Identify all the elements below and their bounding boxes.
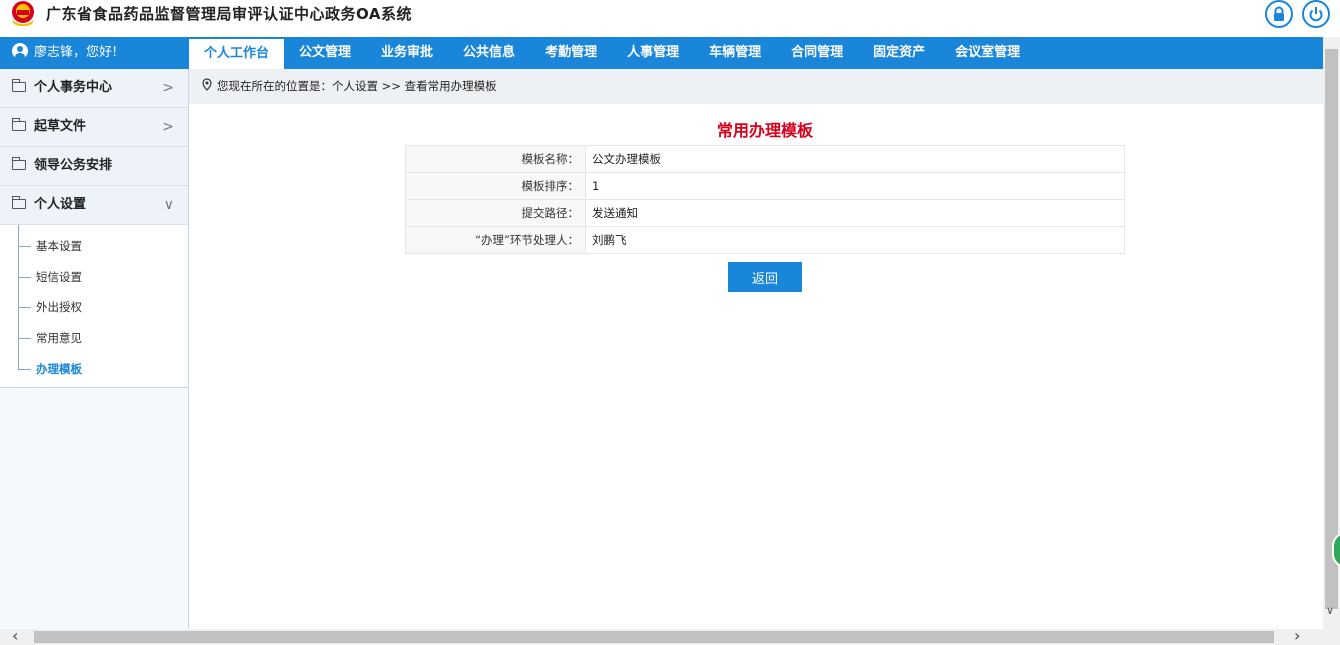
sidebar-item-leader-schedule[interactable]: 领导公务安排 xyxy=(0,147,188,186)
sidebar-item-personal-settings[interactable]: 个人设置 ∨ xyxy=(0,186,188,225)
breadcrumb-text: 您现在所在的位置是：个人设置 >> 查看常用办理模板 xyxy=(217,79,497,93)
nav-tabs: 个人工作台 公文管理 业务审批 公共信息 考勤管理 人事管理 车辆管理 合同管理… xyxy=(189,37,1035,69)
back-button[interactable]: 返回 xyxy=(728,262,802,292)
page-title: 常用办理模板 xyxy=(716,121,813,140)
folder-icon xyxy=(12,157,26,170)
lock-button[interactable] xyxy=(1265,0,1293,28)
sidebar: 个人事务中心 > 起草文件 > 领导公务安排 个人设置 ∨ 基本设置 短信设置 … xyxy=(0,69,189,629)
sub-item-common-opinions[interactable]: 常用意见 xyxy=(0,323,188,354)
field-value: 发送通知 xyxy=(585,199,1125,227)
user-greeting: 廖志锋，您好! xyxy=(0,37,189,69)
sidebar-item-label: 个人设置 xyxy=(34,197,87,212)
horizontal-scrollbar[interactable]: ‹ › xyxy=(0,626,1340,645)
logout-button[interactable] xyxy=(1302,0,1330,28)
sub-item-out-authorization[interactable]: 外出授权 xyxy=(0,292,188,323)
chevron-right-icon: > xyxy=(162,119,174,135)
field-label: “办理”环节处理人： xyxy=(405,226,586,254)
tab-personal-workbench[interactable]: 个人工作台 xyxy=(189,39,285,69)
sidebar-item-personal-affairs[interactable]: 个人事务中心 > xyxy=(0,69,188,108)
tab-document-management[interactable]: 公文管理 xyxy=(284,37,366,69)
field-label: 模板排序： xyxy=(405,172,586,200)
tab-personnel[interactable]: 人事管理 xyxy=(612,37,694,69)
scrollbar-thumb[interactable] xyxy=(1325,49,1338,609)
tab-business-approval[interactable]: 业务审批 xyxy=(366,37,448,69)
user-icon xyxy=(12,43,28,59)
field-value: 1 xyxy=(585,172,1125,200)
field-label: 提交路径： xyxy=(405,199,586,227)
template-detail-table: 模板名称： 公文办理模板 模板排序： 1 提交路径： 发送通知 “办理”环节处理… xyxy=(405,145,1125,254)
user-greeting-text: 廖志锋，您好! xyxy=(34,45,118,60)
folder-icon xyxy=(12,118,26,131)
sub-item-handling-template[interactable]: 办理模板 xyxy=(0,354,188,385)
field-value: 公文办理模板 xyxy=(585,145,1125,173)
tab-public-info[interactable]: 公共信息 xyxy=(448,37,530,69)
folder-icon xyxy=(12,196,26,209)
national-emblem-icon xyxy=(12,1,34,26)
tab-meeting-rooms[interactable]: 会议室管理 xyxy=(940,37,1035,69)
lock-icon xyxy=(1274,6,1284,21)
chevron-down-icon: ∨ xyxy=(163,197,174,213)
main-content: 您现在所在的位置是：个人设置 >> 查看常用办理模板 常用办理模板 模板名称： … xyxy=(189,69,1323,629)
power-icon xyxy=(1309,7,1323,22)
sub-item-sms-settings[interactable]: 短信设置 xyxy=(0,262,188,293)
scrollbar-thumb[interactable] xyxy=(34,631,1274,643)
chevron-right-icon[interactable]: › xyxy=(1294,626,1300,645)
field-value: 刘鹏飞 xyxy=(585,226,1125,254)
table-row: 模板排序： 1 xyxy=(405,172,1125,200)
tab-contracts[interactable]: 合同管理 xyxy=(776,37,858,69)
tab-fixed-assets[interactable]: 固定资产 xyxy=(858,37,940,69)
sidebar-item-draft-document[interactable]: 起草文件 > xyxy=(0,108,188,147)
sidebar-item-label: 个人事务中心 xyxy=(34,80,113,95)
sub-item-basic-settings[interactable]: 基本设置 xyxy=(0,231,188,262)
chevron-right-icon: > xyxy=(162,80,174,96)
table-row: “办理”环节处理人： 刘鹏飞 xyxy=(405,226,1125,254)
sidebar-item-label: 领导公务安排 xyxy=(34,158,113,173)
tab-attendance[interactable]: 考勤管理 xyxy=(530,37,612,69)
table-row: 提交路径： 发送通知 xyxy=(405,199,1125,227)
location-pin-icon xyxy=(202,78,212,91)
breadcrumb: 您现在所在的位置是：个人设置 >> 查看常用办理模板 xyxy=(189,69,1323,104)
settings-submenu: 基本设置 短信设置 外出授权 常用意见 办理模板 xyxy=(0,225,188,389)
top-header: 广东省食品药品监督管理局审评认证中心政务OA系统 xyxy=(0,0,1340,37)
table-row: 模板名称： 公文办理模板 xyxy=(405,145,1125,173)
field-label: 模板名称： xyxy=(405,145,586,173)
tab-vehicles[interactable]: 车辆管理 xyxy=(694,37,776,69)
sidebar-item-label: 起草文件 xyxy=(34,119,87,134)
chevron-down-icon[interactable]: ∨ xyxy=(1326,604,1334,617)
app-title: 广东省食品药品监督管理局审评认证中心政务OA系统 xyxy=(46,5,412,23)
folder-icon xyxy=(12,79,26,92)
main-nav: 廖志锋，您好! 个人工作台 公文管理 业务审批 公共信息 考勤管理 人事管理 车… xyxy=(0,37,1323,69)
chevron-left-icon[interactable]: ‹ xyxy=(12,626,18,645)
